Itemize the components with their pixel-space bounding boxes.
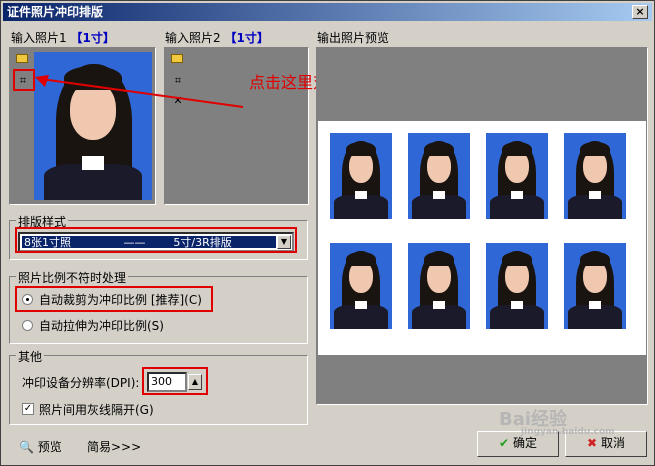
open-folder-icon-2[interactable] bbox=[171, 54, 183, 63]
title-bar: 证件照片冲印排版 × bbox=[3, 3, 652, 21]
check-icon: ✔ bbox=[499, 436, 510, 450]
simple-mode-link[interactable]: 简易>>> bbox=[87, 438, 141, 455]
ratio-group-title: 照片比例不符时处理 bbox=[16, 269, 129, 286]
output-thumbnail bbox=[330, 243, 392, 329]
gray-line-checkbox[interactable]: ✓ bbox=[22, 403, 34, 415]
annotation-arrow bbox=[35, 75, 244, 108]
ok-label: 确定 bbox=[512, 436, 537, 450]
output-sheet bbox=[318, 121, 646, 355]
cancel-icon: ✖ bbox=[587, 436, 598, 450]
layout-highlight-box bbox=[15, 227, 297, 253]
search-icon: 🔍 bbox=[19, 440, 34, 454]
output-label: 输出照片预览 bbox=[317, 31, 390, 45]
output-thumbnail bbox=[330, 133, 392, 219]
cancel-label: 取消 bbox=[600, 436, 625, 450]
open-folder-icon[interactable] bbox=[16, 54, 28, 63]
input1-label-text: 输入照片1 bbox=[11, 31, 67, 45]
close-button[interactable]: × bbox=[632, 5, 648, 19]
input1-label: 输入照片1 【1寸】 bbox=[11, 29, 115, 46]
gray-line-label[interactable]: 照片间用灰线隔开(G) bbox=[39, 401, 154, 418]
watermark-sub: jingyan.baidu.com bbox=[521, 427, 615, 437]
output-thumbnail bbox=[564, 243, 626, 329]
dpi-highlight-box bbox=[142, 367, 208, 395]
dialog-window: 证件照片冲印排版 × 输入照片1 【1寸】 ⌗ 输入照片2 【1寸】 ⌗ ✕ 点… bbox=[0, 0, 655, 466]
output-thumbnail bbox=[408, 243, 470, 329]
output-thumbnail bbox=[486, 243, 548, 329]
crop-option-highlight-box bbox=[15, 286, 213, 312]
preview-label: 预览 bbox=[37, 440, 62, 454]
dpi-label: 冲印设备分辨率(DPI): bbox=[22, 376, 140, 390]
input2-label: 输入照片2 【1寸】 bbox=[165, 29, 269, 46]
output-thumbnail bbox=[486, 133, 548, 219]
preview-button[interactable]: 🔍 预览 bbox=[19, 438, 62, 455]
input2-size: 【1寸】 bbox=[224, 31, 269, 45]
input2-label-text: 输入照片2 bbox=[165, 31, 221, 45]
other-group-title: 其他 bbox=[16, 348, 45, 365]
radio-auto-stretch-label[interactable]: 自动拉伸为冲印比例(S) bbox=[39, 317, 164, 334]
input1-size: 【1寸】 bbox=[70, 31, 115, 45]
window-title: 证件照片冲印排版 bbox=[7, 5, 104, 19]
radio-auto-stretch[interactable] bbox=[22, 320, 33, 331]
output-preview-panel bbox=[316, 47, 648, 405]
output-thumbnail bbox=[564, 133, 626, 219]
output-thumbnail bbox=[408, 133, 470, 219]
